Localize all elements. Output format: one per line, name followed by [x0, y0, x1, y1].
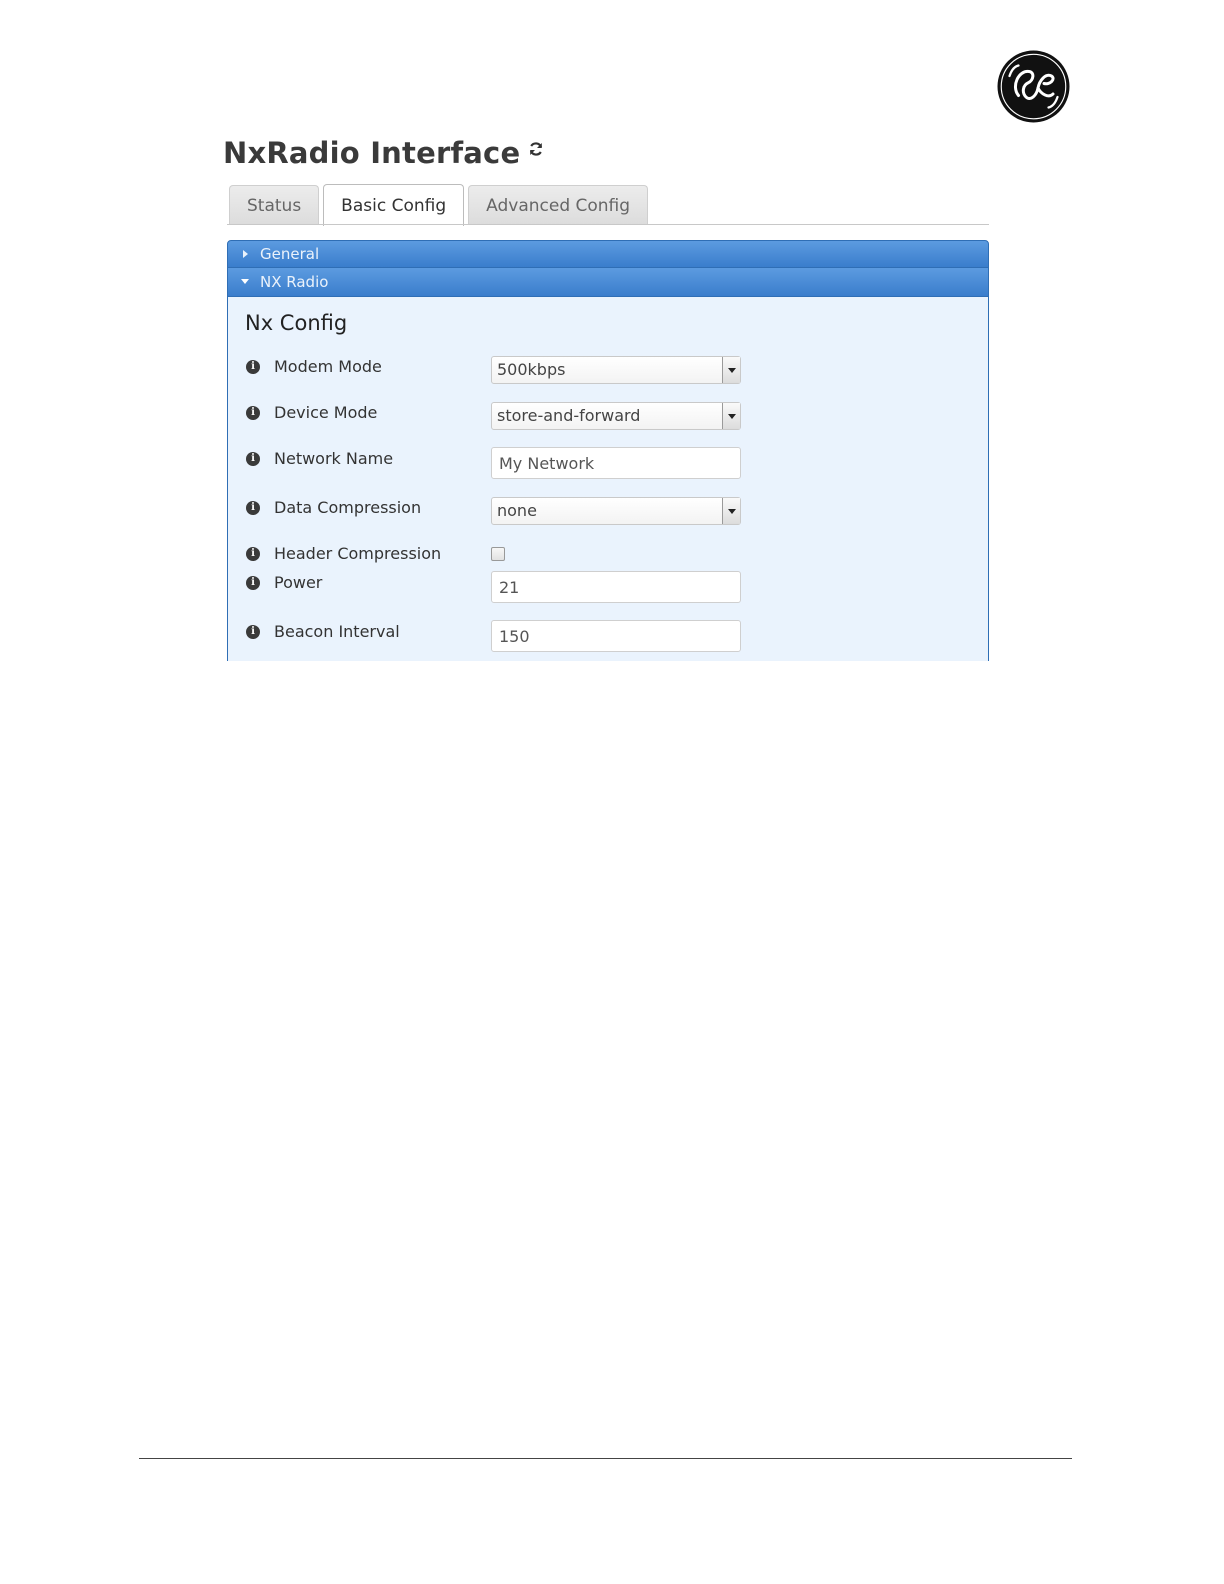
device-mode-label: Device Mode — [274, 403, 378, 422]
caret-down-icon — [240, 277, 254, 287]
accordion-label-general: General — [260, 244, 320, 263]
network-name-label: Network Name — [274, 449, 394, 468]
accordion: General NX Radio Nx Config i Modem Mode … — [227, 240, 989, 661]
beacon-interval-label: Beacon Interval — [274, 622, 400, 641]
footer-divider — [139, 1458, 1072, 1459]
accordion-header-nx-radio[interactable]: NX Radio — [227, 268, 989, 297]
chevron-down-icon[interactable] — [722, 498, 740, 524]
info-icon[interactable]: i — [246, 547, 260, 561]
accordion-label-nx-radio: NX Radio — [260, 272, 329, 291]
ge-logo — [996, 49, 1071, 124]
info-icon[interactable]: i — [246, 360, 260, 374]
device-mode-select[interactable]: store-and-forward — [491, 402, 741, 430]
header-compression-checkbox[interactable] — [491, 547, 505, 561]
caret-right-icon — [240, 249, 254, 259]
data-compression-label: Data Compression — [274, 498, 422, 517]
info-icon[interactable]: i — [246, 625, 260, 639]
info-icon[interactable]: i — [246, 576, 260, 590]
modem-mode-value: 500kbps — [497, 360, 566, 379]
refresh-icon[interactable] — [528, 141, 544, 157]
page-header: NxRadio Interface — [223, 133, 544, 173]
data-compression-select[interactable]: none — [491, 497, 741, 525]
network-name-input[interactable] — [491, 447, 741, 479]
chevron-down-icon[interactable] — [722, 357, 740, 383]
tab-status[interactable]: Status — [229, 185, 320, 225]
tab-basic-config[interactable]: Basic Config — [323, 184, 465, 226]
page-title: NxRadio Interface — [223, 136, 521, 170]
section-title: Nx Config — [245, 311, 348, 335]
info-icon[interactable]: i — [246, 406, 260, 420]
tab-bar: Status Basic Config Advanced Config — [229, 183, 652, 226]
info-icon[interactable]: i — [246, 501, 260, 515]
accordion-header-general[interactable]: General — [227, 240, 989, 268]
beacon-interval-input[interactable] — [491, 620, 741, 652]
power-label: Power — [274, 573, 323, 592]
tab-advanced-config[interactable]: Advanced Config — [468, 185, 649, 225]
power-input[interactable] — [491, 571, 741, 603]
modem-mode-select[interactable]: 500kbps — [491, 356, 741, 384]
tab-divider — [227, 224, 989, 225]
header-compression-label: Header Compression — [274, 544, 442, 563]
info-icon[interactable]: i — [246, 452, 260, 466]
modem-mode-label: Modem Mode — [274, 357, 382, 376]
accordion-body-nx-radio: Nx Config i Modem Mode 500kbps i Device … — [227, 297, 989, 661]
data-compression-value: none — [497, 501, 537, 520]
device-mode-value: store-and-forward — [497, 406, 641, 425]
chevron-down-icon[interactable] — [722, 403, 740, 429]
